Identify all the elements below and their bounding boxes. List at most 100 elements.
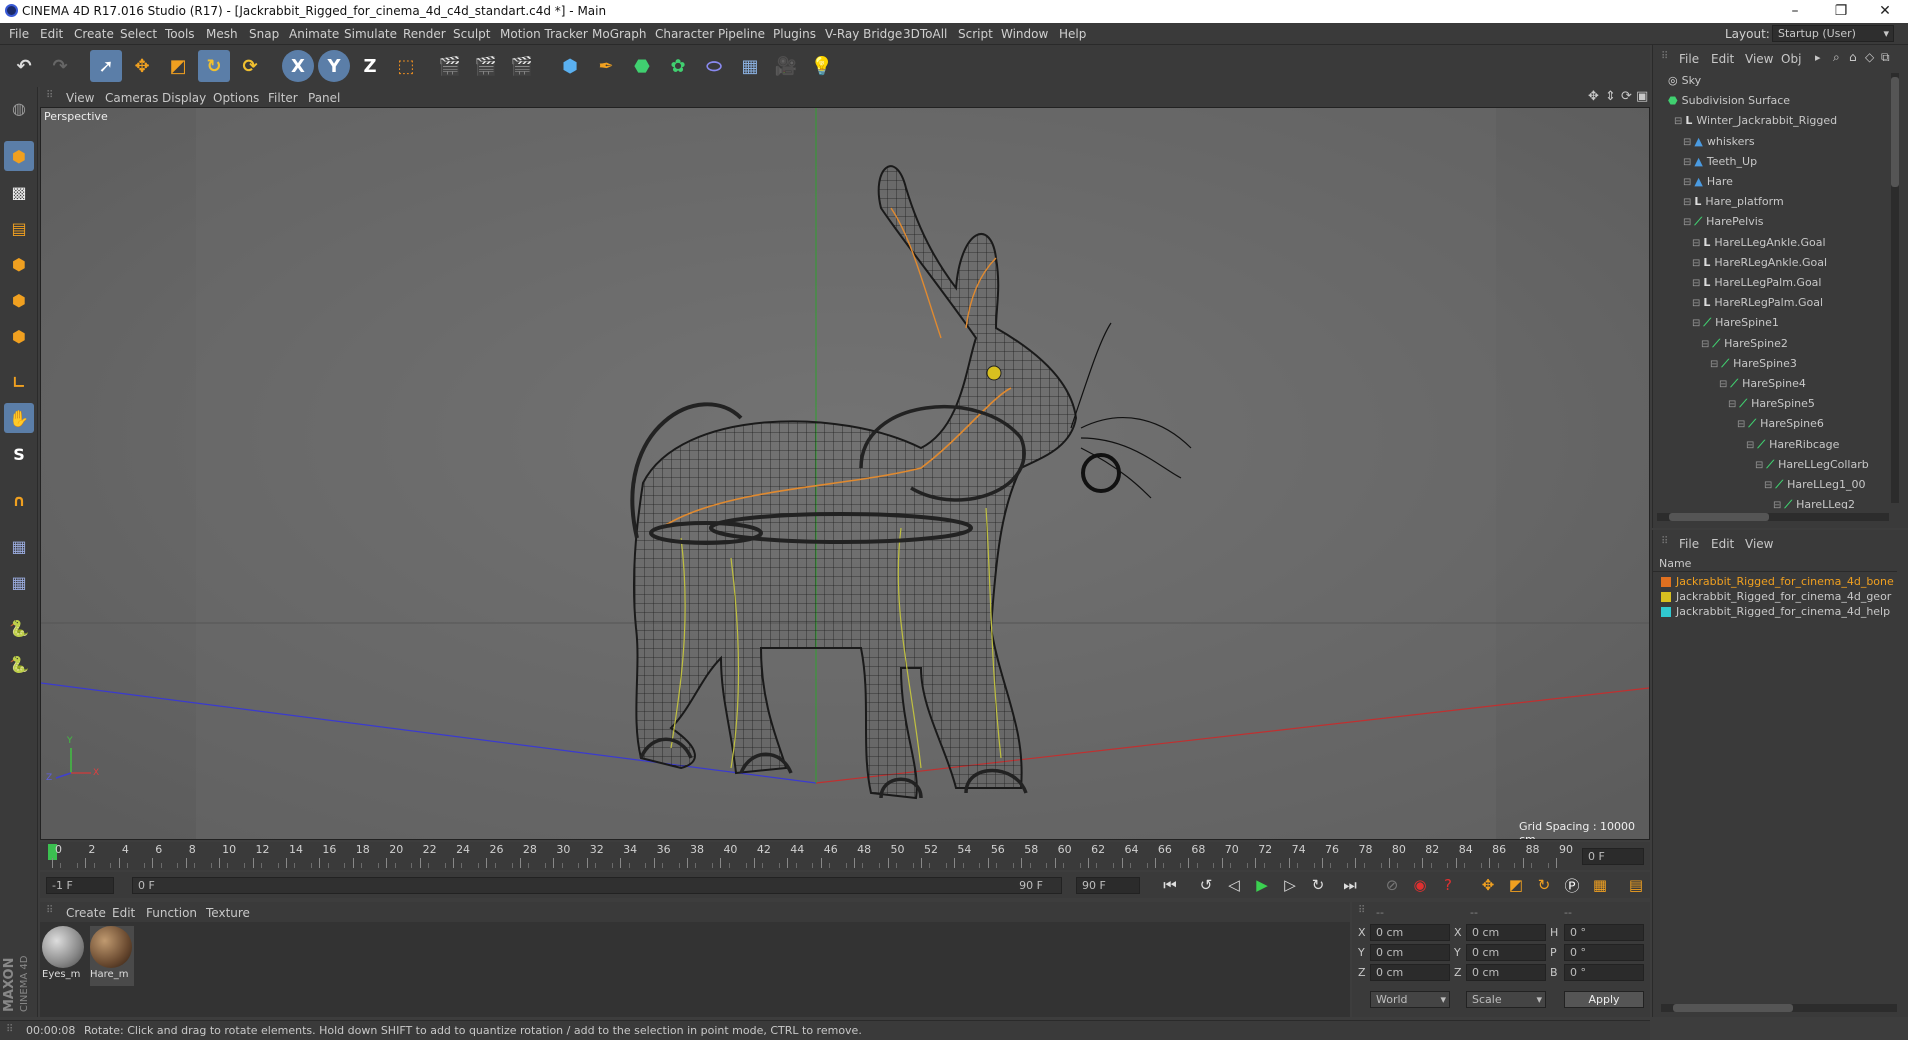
axis-mode-icon[interactable]: ∟ — [4, 367, 34, 397]
x-axis-lock-button[interactable]: X — [282, 50, 314, 82]
mograph-cloner-icon[interactable]: ✿ — [662, 50, 694, 82]
material-hare[interactable]: Hare_m — [90, 926, 134, 986]
vp-rotate-icon[interactable]: ⟳ — [1621, 89, 1632, 104]
expand-toggle-icon[interactable]: ⊟ — [1746, 440, 1754, 451]
menu-animate[interactable]: Animate — [289, 27, 339, 41]
expand-toggle-icon[interactable]: ⊟ — [1683, 157, 1691, 168]
object-tree-row[interactable]: ⊟ L HareLLegAnkle.Goal — [1692, 233, 1826, 252]
coord-size-y-field[interactable]: 0 cm — [1466, 944, 1546, 961]
object-tree-row[interactable]: ⊟ ⟋ HarePelvis — [1683, 212, 1764, 231]
expand-toggle-icon[interactable]: ⊟ — [1683, 177, 1691, 188]
expand-toggle-icon[interactable]: ⊟ — [1737, 419, 1745, 430]
search-icon[interactable]: ⌕ — [1833, 50, 1840, 65]
layer-hscrollbar-thumb[interactable] — [1673, 1004, 1793, 1012]
scrollbar-thumb[interactable] — [1891, 77, 1899, 187]
layer-row[interactable]: Jackrabbit_Rigged_for_cinema_4d_help — [1661, 604, 1890, 619]
vp-menu-filter[interactable]: Filter — [268, 91, 298, 105]
mat-menu-edit[interactable]: Edit — [112, 906, 135, 920]
layer-color-swatch[interactable] — [1661, 592, 1671, 602]
vp-maximize-icon[interactable]: ▣ — [1636, 89, 1648, 104]
y-axis-lock-button[interactable]: Y — [318, 50, 350, 82]
menu-edit[interactable]: Edit — [40, 27, 63, 41]
restore-button[interactable]: ❐ — [1818, 0, 1864, 23]
light-icon[interactable]: 💡 — [806, 50, 838, 82]
object-tree-row[interactable]: ⊟ ⟋ HareSpine5 — [1728, 394, 1815, 413]
start-frame-field[interactable]: -1 F — [46, 877, 114, 894]
object-tree-row[interactable]: ⊟ ⟋ HareSpine3 — [1710, 354, 1797, 373]
3d-viewport[interactable]: Perspective Y Z X Grid Spacing : 10000 c… — [40, 107, 1650, 840]
vp-menu-cameras[interactable]: Cameras — [105, 91, 158, 105]
subdivision-generator-icon[interactable]: ⬣ — [626, 50, 658, 82]
render-settings-icon[interactable]: 🎬 — [506, 50, 538, 82]
coord-space-select[interactable]: World ▾ — [1370, 991, 1450, 1008]
spline-pen-icon[interactable]: ✒ — [590, 50, 622, 82]
keyframe-selection-icon[interactable]: ? — [1436, 874, 1460, 896]
recent-tool-icon[interactable]: ⟳ — [234, 50, 266, 82]
coord-rot-b-field[interactable]: 0 ° — [1564, 964, 1644, 981]
prev-frame-icon[interactable]: ◁ — [1222, 874, 1246, 896]
current-frame-field[interactable]: 0 F — [1582, 848, 1644, 865]
layer-menu-file[interactable]: File — [1679, 537, 1699, 551]
menu-help[interactable]: Help — [1059, 27, 1086, 41]
prev-key-icon[interactable]: ↺ — [1194, 874, 1218, 896]
menu-mesh[interactable]: Mesh — [206, 27, 238, 41]
preview-range-slider[interactable]: 0 F 90 F — [132, 877, 1062, 894]
object-tree-row[interactable]: ⊟ ▲ Hare — [1683, 172, 1733, 191]
menu-character[interactable]: Character — [655, 27, 714, 41]
object-tree-row[interactable]: ◎ Sky — [1665, 71, 1701, 90]
object-tree-row[interactable]: ⊟ L HareLLegPalm.Goal — [1692, 273, 1821, 292]
next-key-icon[interactable]: ↻ — [1306, 874, 1330, 896]
hscrollbar-thumb[interactable] — [1669, 513, 1769, 521]
layer-row[interactable]: Jackrabbit_Rigged_for_cinema_4d_bone — [1661, 574, 1894, 589]
expand-toggle-icon[interactable]: ⊟ — [1692, 258, 1700, 269]
menu-mograph[interactable]: MoGraph — [592, 27, 647, 41]
object-tree-row[interactable]: ⊟ ▲ Teeth_Up — [1683, 152, 1757, 171]
vp-menu-panel[interactable]: Panel — [308, 91, 340, 105]
expand-toggle-icon[interactable]: ⊟ — [1710, 359, 1718, 370]
layer-menu-edit[interactable]: Edit — [1711, 537, 1734, 551]
menu-file[interactable]: File — [9, 27, 29, 41]
menu-script[interactable]: Script — [958, 27, 993, 41]
record-keys-icon[interactable]: ⊘ — [1380, 874, 1404, 896]
object-tree-row[interactable]: ⊟ ⟋ HareLLeg2 — [1773, 495, 1855, 509]
coord-size-z-field[interactable]: 0 cm — [1466, 964, 1546, 981]
rotate-icon[interactable]: ↻ — [198, 50, 230, 82]
layout-select[interactable]: Startup (User) ▾ — [1772, 25, 1894, 42]
render-picture-viewer-icon[interactable]: 🎬 — [470, 50, 502, 82]
object-tree-row[interactable]: ⊟ ⟋ HareSpine2 — [1701, 334, 1788, 353]
object-tree-row[interactable]: ⊟ ⟋ HareLLegCollarb — [1755, 455, 1869, 474]
key-parameter-icon[interactable]: Ⓟ — [1560, 874, 1584, 896]
live-select-icon[interactable]: ➚ — [90, 50, 122, 82]
expand-toggle-icon[interactable]: ⊟ — [1719, 379, 1727, 390]
expand-toggle-icon[interactable]: ⊟ — [1674, 116, 1682, 127]
coord-pos-x-field[interactable]: 0 cm — [1370, 924, 1450, 941]
floor-scene-icon[interactable]: ▦ — [734, 50, 766, 82]
vp-move-icon[interactable]: ✥ — [1588, 89, 1599, 104]
vp-menu-view[interactable]: View — [66, 91, 94, 105]
workplane-lock-icon[interactable]: ▦ — [4, 531, 34, 561]
expand-toggle-icon[interactable]: ⊟ — [1728, 399, 1736, 410]
object-tree-row[interactable]: ⊟ ⟋ HareRibcage — [1746, 435, 1839, 454]
cube-primitive-icon[interactable]: ⬢ — [554, 50, 586, 82]
menu-3dtoall[interactable]: 3DToAll — [903, 27, 947, 41]
object-tree-row[interactable]: ⊟ ⟋ HareSpine4 — [1719, 374, 1806, 393]
menu-pipeline[interactable]: Pipeline — [718, 27, 765, 41]
autokey-icon[interactable]: ◉ — [1408, 874, 1432, 896]
move-icon[interactable]: ✥ — [126, 50, 158, 82]
layer-hscrollbar[interactable] — [1661, 1004, 1897, 1012]
make-editable-icon[interactable]: ◍ — [4, 93, 34, 123]
expand-toggle-icon[interactable]: ⊟ — [1683, 217, 1691, 228]
key-rotation-icon[interactable]: ↻ — [1532, 874, 1556, 896]
menu-simulate[interactable]: Simulate — [344, 27, 397, 41]
menu-render[interactable]: Render — [403, 27, 446, 41]
mat-menu-function[interactable]: Function — [146, 906, 197, 920]
render-view-icon[interactable]: 🎬 — [434, 50, 466, 82]
grid-icon[interactable]: ▦ — [4, 567, 34, 597]
menu-window[interactable]: Window — [1001, 27, 1048, 41]
key-pla-icon[interactable]: ▦ — [1588, 874, 1612, 896]
obj-menu-edit[interactable]: Edit — [1711, 52, 1734, 66]
deformer-icon[interactable]: ⬭ — [698, 50, 730, 82]
tweak-mode-icon[interactable]: ✋ — [4, 403, 34, 433]
mat-menu-create[interactable]: Create — [66, 906, 106, 920]
expand-toggle-icon[interactable]: ⊟ — [1692, 278, 1700, 289]
